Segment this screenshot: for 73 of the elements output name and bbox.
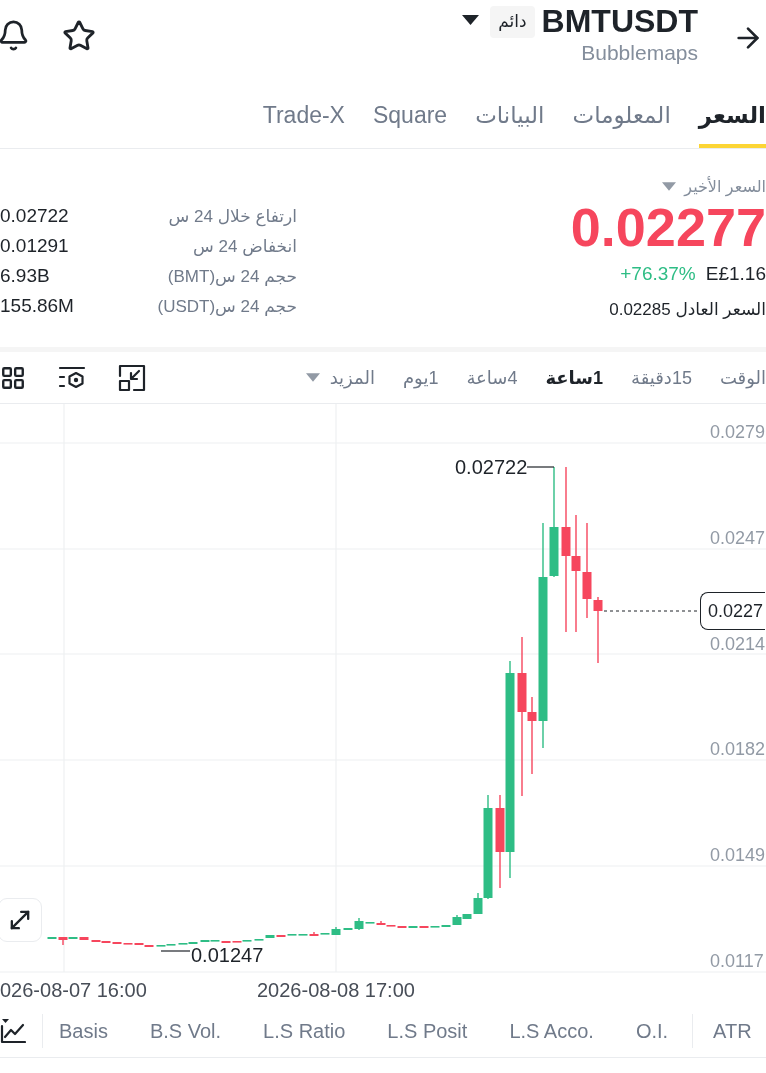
axis-label: 0.0279: [710, 421, 766, 443]
leader-line: [526, 466, 555, 468]
notification-button[interactable]: [0, 19, 30, 53]
falling-candle: [419, 925, 429, 929]
indicator-tab[interactable]: ATR: [713, 1017, 752, 1044]
contract-badge: دائم: [490, 6, 535, 38]
falling-candle: [79, 936, 89, 941]
stat-label: حجم 24 س(BMT): [167, 265, 297, 287]
interval-tab[interactable]: 15دقيقة: [631, 365, 692, 390]
expand-button[interactable]: [0, 898, 42, 942]
tab[interactable]: البيانات: [475, 101, 545, 148]
stat-label: حجم 24 س(USDT): [157, 295, 297, 317]
price-change: +76.37%: [620, 262, 696, 286]
fair-price: السعر العادل 0.02285: [609, 299, 766, 321]
line-chart-icon: [0, 1017, 26, 1044]
indicator-tab[interactable]: O.I.: [635, 1017, 669, 1044]
falling-candle: [276, 934, 286, 938]
tab[interactable]: المعلومات: [572, 101, 671, 148]
axis-label: 0.0117: [710, 950, 764, 972]
stat-value: 155.86M: [0, 295, 74, 317]
axis-label: 0.0247: [710, 526, 766, 549]
time-label: 026-08-07 16:00: [0, 978, 147, 1002]
interval-tab[interactable]: 1يوم: [402, 365, 439, 390]
last-price: 0.02277: [570, 199, 766, 255]
indicator-tab[interactable]: B.S Vol.: [149, 1017, 222, 1044]
chart-type-button[interactable]: [0, 1017, 26, 1044]
low-price-label: 0.01247: [191, 946, 264, 964]
rising-candle: [408, 925, 418, 929]
stat-label: ارتفاع خلال 24 س: [168, 205, 297, 227]
falling-candle: [593, 596, 603, 664]
falling-candle: [309, 931, 319, 937]
interval-tab[interactable]: 4ساعة: [466, 365, 518, 390]
axis-label: 0.0182: [710, 738, 766, 761]
indicator-tab[interactable]: L.S Acco.: [509, 1017, 594, 1044]
indicator-tab[interactable]: Basis: [59, 1017, 108, 1044]
symbol-title: BMTUSDT: [541, 2, 698, 40]
indicator-settings-button[interactable]: [58, 364, 86, 391]
axis-label: 0.0214: [710, 632, 766, 655]
dropdown-caret-icon: [662, 181, 677, 191]
stat-value: 0.01291: [0, 235, 69, 257]
tab[interactable]: السعر: [698, 101, 766, 148]
stat-label: انخفاض 24 س: [193, 235, 297, 257]
indicator-tab[interactable]: L.S Posit: [387, 1017, 468, 1044]
stat-value: 6.93B: [0, 265, 50, 287]
token-name: Bubblemaps: [581, 40, 698, 66]
tab[interactable]: Square: [372, 101, 448, 148]
last-price-label: السعر الأخير: [684, 176, 766, 196]
interval-tab[interactable]: 1ساعة: [545, 365, 604, 390]
rising-candle: [47, 936, 57, 940]
more-menu[interactable]: المزيد: [305, 365, 375, 390]
minimize-icon: [118, 363, 146, 392]
axis-label: 0.0149: [710, 844, 766, 867]
indicator-settings-icon: [58, 364, 86, 391]
current-price-tag: 0.0227: [700, 592, 766, 630]
rising-candle: [68, 936, 78, 940]
interval-tab[interactable]: الوقت: [719, 365, 766, 390]
indicator-tab[interactable]: L.S Ratio: [263, 1017, 346, 1044]
bell-icon: [0, 19, 30, 52]
time-label: 2026-08-08 17:00: [257, 978, 415, 1002]
dropdown-caret-icon[interactable]: [462, 14, 480, 26]
grid-icon: [0, 364, 26, 391]
tab[interactable]: Trade-X: [262, 101, 345, 148]
fiat-price: E£1.16: [705, 262, 766, 286]
layout-button[interactable]: [0, 364, 26, 391]
rising-candle: [242, 939, 252, 942]
stat-value: 0.02722: [0, 205, 69, 227]
falling-candle: [58, 936, 68, 946]
star-icon: [62, 19, 96, 53]
minimize-button[interactable]: [118, 363, 146, 392]
dropdown-caret-icon: [305, 373, 320, 382]
favorite-button[interactable]: [62, 19, 96, 53]
leader-line: [160, 950, 191, 952]
high-price-label: 0.02722: [455, 458, 528, 476]
